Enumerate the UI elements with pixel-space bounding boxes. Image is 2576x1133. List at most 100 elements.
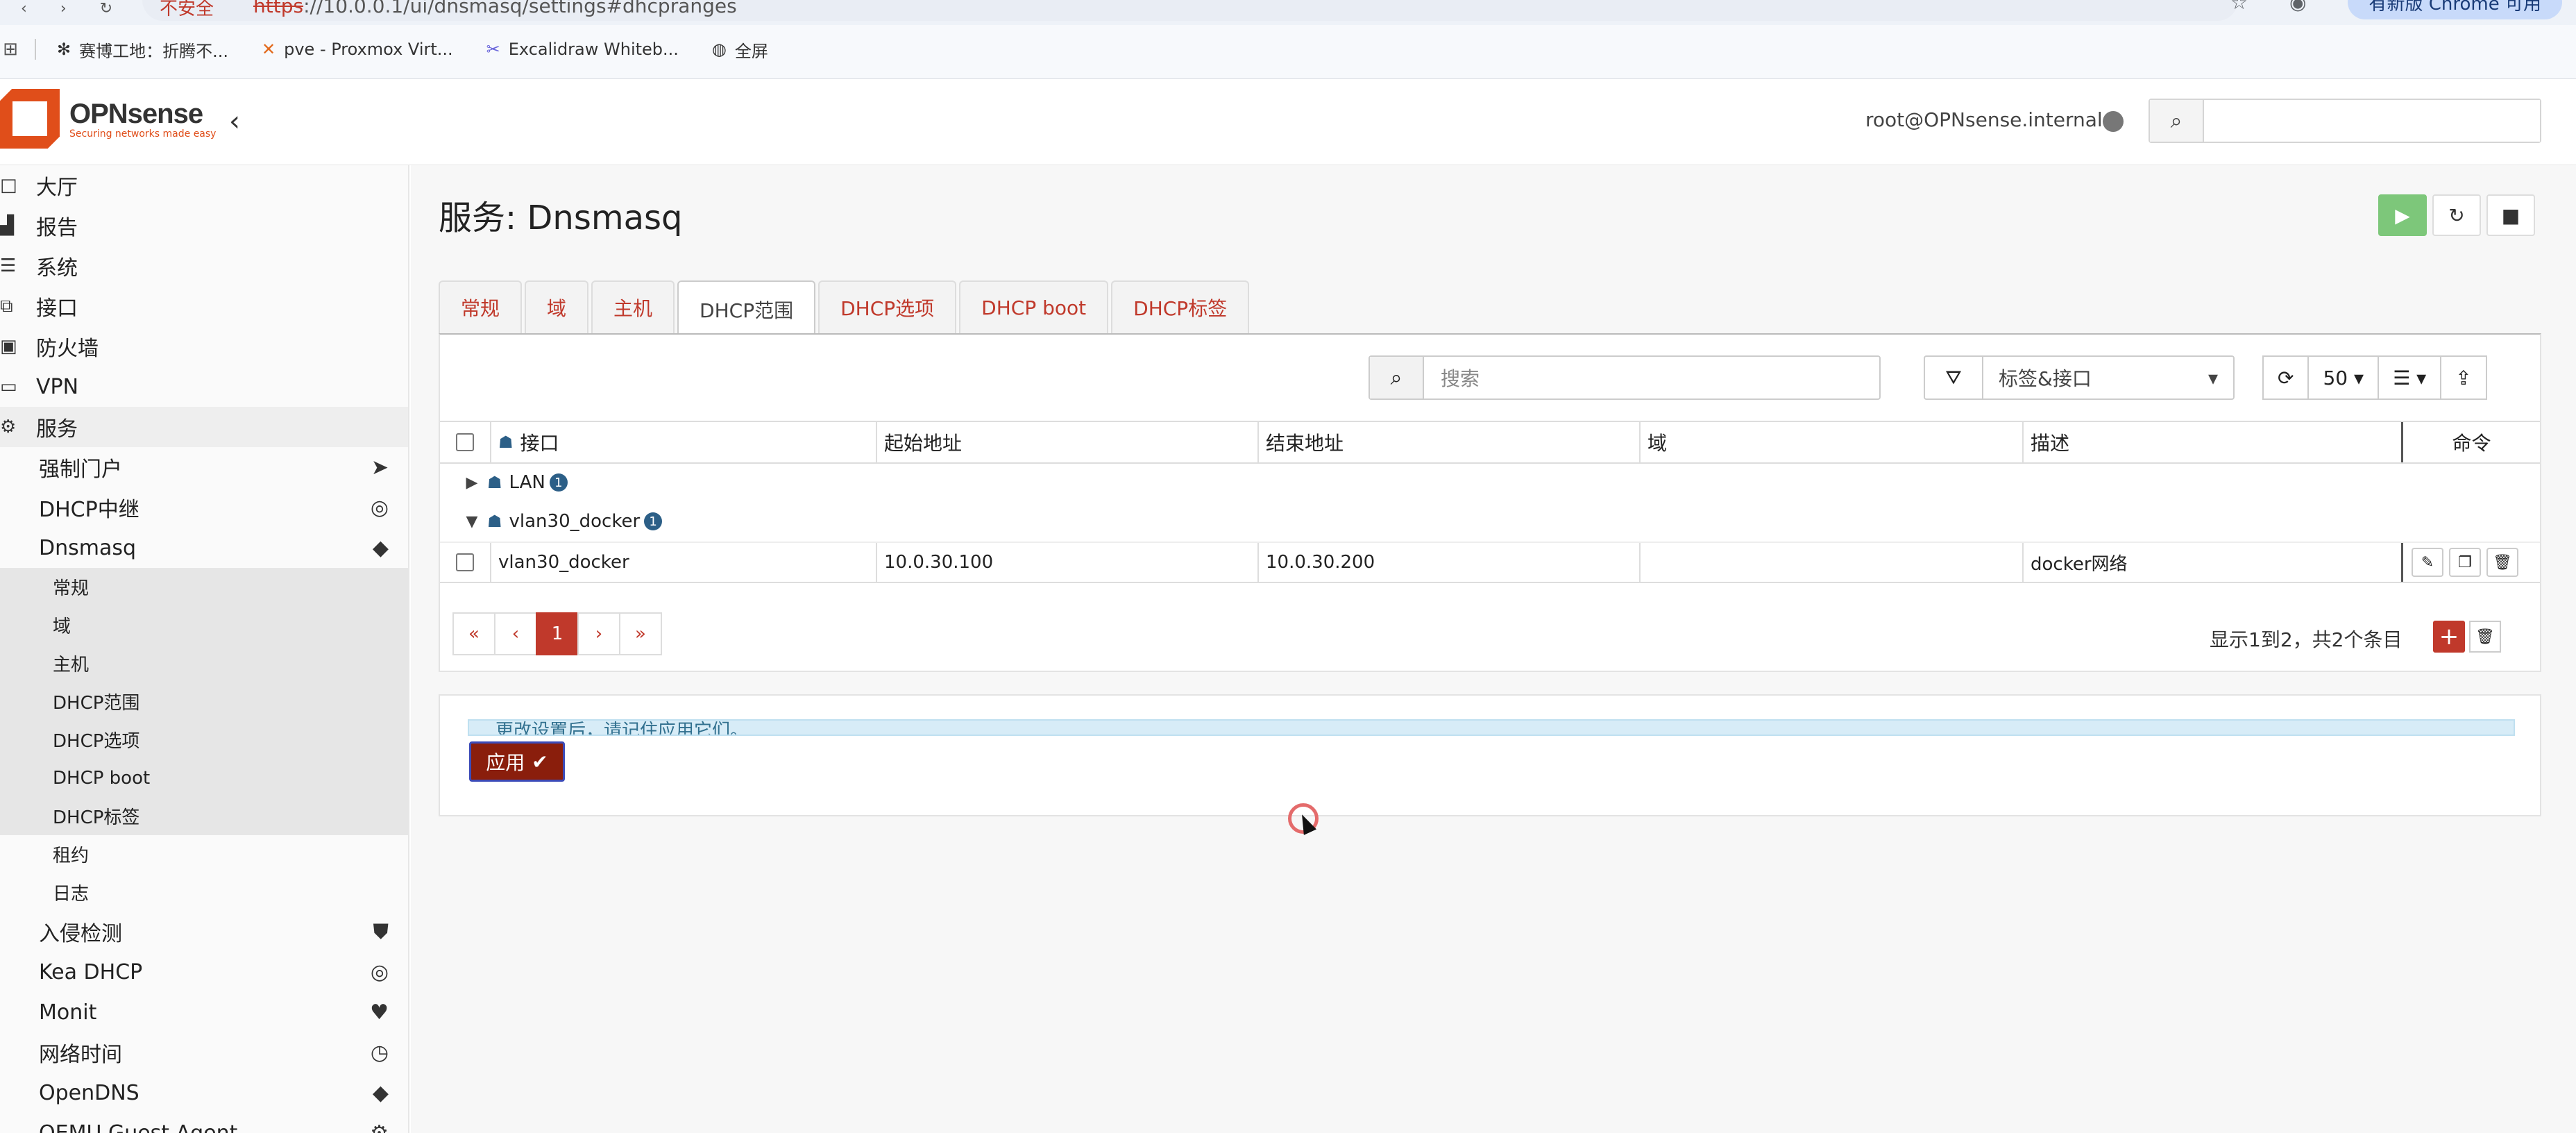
caret-right-icon[interactable]: ▶: [457, 474, 487, 492]
tab-item[interactable]: DHCP范围: [677, 280, 816, 337]
sidebar-subitem[interactable]: 强制门户 ➤: [0, 447, 408, 487]
grid-search[interactable]: ⌕ 搜索: [1368, 355, 1881, 400]
grid-search-input[interactable]: 搜索: [1424, 357, 1480, 398]
col-end[interactable]: 结束地址: [1257, 422, 1639, 462]
reload-icon[interactable]: ↻: [100, 0, 112, 17]
apply-button[interactable]: 应用 ✔: [469, 741, 565, 782]
restart-service-button[interactable]: ↻: [2432, 194, 2481, 236]
sidebar-dnsmasq-item[interactable]: DHCP选项: [0, 721, 408, 759]
opnsense-logo[interactable]: OPNsense Securing networks made easy: [0, 89, 216, 149]
sidebar-item[interactable]: ⧉ 接口: [0, 286, 408, 326]
search-icon[interactable]: ⌕: [2150, 100, 2204, 142]
sidebar-item[interactable]: ☰ 系统: [0, 246, 408, 286]
tab-item[interactable]: 主机: [591, 280, 675, 333]
sidebar-icon: ☰: [0, 255, 17, 276]
column-select-button[interactable]: ☰ ▾: [2378, 355, 2442, 400]
sidebar-subitem[interactable]: 网络时间 ◷: [0, 1032, 408, 1073]
export-icon: ⇪: [2455, 366, 2472, 389]
sidebar-subitem[interactable]: OpenDNS ◆: [0, 1073, 408, 1113]
bookmark-star-icon[interactable]: ☆: [2230, 0, 2248, 14]
check-icon: ✔: [532, 750, 548, 773]
table-row[interactable]: vlan30_docker 10.0.30.100 10.0.30.200 do…: [440, 542, 2540, 583]
sidebar-subitem[interactable]: QEMU Guest Agent ⚙: [0, 1113, 408, 1133]
bookmark-item[interactable]: ✂ Excalidraw Whiteb...: [486, 40, 679, 59]
bookmark-item[interactable]: ✻ 赛博工地：折腾不...: [57, 37, 228, 62]
stop-service-button[interactable]: ■: [2486, 194, 2535, 236]
col-start[interactable]: 起始地址: [876, 422, 1257, 462]
sidebar-dnsmasq-item[interactable]: 域: [0, 606, 408, 644]
back-icon[interactable]: ‹: [21, 0, 27, 17]
sidebar-dnsmasq-item[interactable]: DHCP标签: [0, 797, 408, 835]
tab-item[interactable]: 常规: [439, 280, 523, 333]
sidebar-subitem[interactable]: Monit ♥: [0, 992, 408, 1032]
status-indicator[interactable]: [2103, 111, 2124, 132]
sidebar-item-label: 系统: [36, 256, 78, 280]
add-button[interactable]: +: [2433, 621, 2465, 653]
refresh-button[interactable]: ⟳: [2262, 355, 2310, 400]
sidebar-dnsmasq-item[interactable]: 主机: [0, 644, 408, 682]
user-label[interactable]: root@OPNsense.internal: [1865, 108, 2103, 131]
sidebar-item[interactable]: □ 大厅: [0, 165, 408, 205]
collapse-sidebar-icon[interactable]: ‹: [229, 106, 240, 137]
bookmark-icon: ◍: [711, 40, 727, 59]
profile-icon[interactable]: ◉: [2289, 0, 2306, 14]
pager-button[interactable]: »: [619, 612, 662, 655]
sidebar-item[interactable]: ▭ VPN: [0, 367, 408, 407]
bookmark-item[interactable]: ✕ pve - Proxmox Virt...: [262, 40, 453, 59]
filter-select[interactable]: 标签&接口 ▾: [1983, 357, 2233, 398]
sidebar-subitem[interactable]: DHCP中继 ◎: [0, 487, 408, 528]
sidebar-dnsmasq-item[interactable]: DHCP boot: [0, 759, 408, 797]
select-all-checkbox[interactable]: [456, 433, 474, 451]
bookmark-item[interactable]: ◍ 全屏: [712, 37, 768, 62]
pager-button[interactable]: 1: [536, 612, 579, 655]
network-icon: ☗: [487, 512, 502, 531]
bookmark-icon: ✂: [486, 40, 500, 59]
tab-item[interactable]: DHCP boot: [959, 280, 1109, 333]
copy-icon[interactable]: ❐: [2449, 548, 2481, 577]
pager-button[interactable]: «: [452, 612, 495, 655]
cell-end: 10.0.30.200: [1257, 543, 1639, 582]
sidebar-item[interactable]: ▣ 防火墙: [0, 326, 408, 367]
group-row-lan[interactable]: ▶ ☗ LAN 1: [440, 464, 2540, 501]
header-search-input[interactable]: [2204, 100, 2540, 142]
sidebar-dnsmasq-item[interactable]: 租约: [0, 835, 408, 873]
col-domain[interactable]: 域: [1639, 422, 2022, 462]
sidebar-item-label: 报告: [36, 216, 78, 240]
page-size-select[interactable]: 50 ▾: [2307, 355, 2380, 400]
sidebar-subitem[interactable]: 入侵检测 ⛊: [0, 912, 408, 952]
sidebar-icon: ◆: [372, 535, 389, 560]
sidebar-item[interactable]: ▟ 报告: [0, 205, 408, 246]
sidebar-subitem[interactable]: Kea DHCP ◎: [0, 952, 408, 992]
sidebar-dnsmasq-item[interactable]: DHCP范围: [0, 682, 408, 721]
apps-icon[interactable]: ⊞: [0, 39, 21, 60]
edit-icon[interactable]: ✎: [2412, 548, 2443, 577]
row-checkbox[interactable]: [456, 553, 474, 571]
tab-item[interactable]: 域: [525, 280, 589, 333]
col-interface[interactable]: ☗ 接口: [490, 422, 876, 462]
export-button[interactable]: ⇪: [2440, 355, 2487, 400]
search-icon[interactable]: ⌕: [1370, 357, 1424, 398]
col-commands: 命令: [2401, 422, 2540, 462]
forward-icon[interactable]: ›: [60, 0, 67, 17]
bookmark-label: pve - Proxmox Virt...: [284, 40, 453, 59]
sidebar-subitem[interactable]: Dnsmasq ◆: [0, 528, 408, 568]
chrome-update-button[interactable]: 有新版 Chrome 可用: [2348, 0, 2562, 19]
tab-item[interactable]: DHCP选项: [818, 280, 957, 333]
sidebar-dnsmasq-item[interactable]: 常规: [0, 568, 408, 606]
security-warning[interactable]: 不安全: [160, 0, 214, 20]
url-text[interactable]: https://10.0.0.1/ui/dnsmasq/settings#dhc…: [253, 0, 737, 17]
sidebar-icon: ◆: [372, 1080, 389, 1105]
delete-selected-button[interactable]: 🗑: [2469, 621, 2501, 653]
pager-button[interactable]: ›: [577, 612, 620, 655]
caret-down-icon[interactable]: ▼: [457, 513, 487, 530]
sidebar-item[interactable]: ⚙ 服务: [0, 407, 408, 447]
pager-button[interactable]: ‹: [494, 612, 537, 655]
sidebar-dnsmasq-item[interactable]: 日志: [0, 873, 408, 912]
col-description[interactable]: 描述: [2022, 422, 2401, 462]
start-service-button[interactable]: ▶: [2378, 194, 2427, 236]
tag-interface-filter[interactable]: ⛛ 标签&接口 ▾: [1924, 355, 2235, 400]
filter-icon[interactable]: ⛛: [1925, 357, 1983, 398]
trash-icon[interactable]: 🗑: [2486, 548, 2518, 577]
tab-item[interactable]: DHCP标签: [1111, 280, 1250, 333]
group-row-vlan30[interactable]: ▼ ☗ vlan30_docker 1: [440, 503, 2540, 540]
